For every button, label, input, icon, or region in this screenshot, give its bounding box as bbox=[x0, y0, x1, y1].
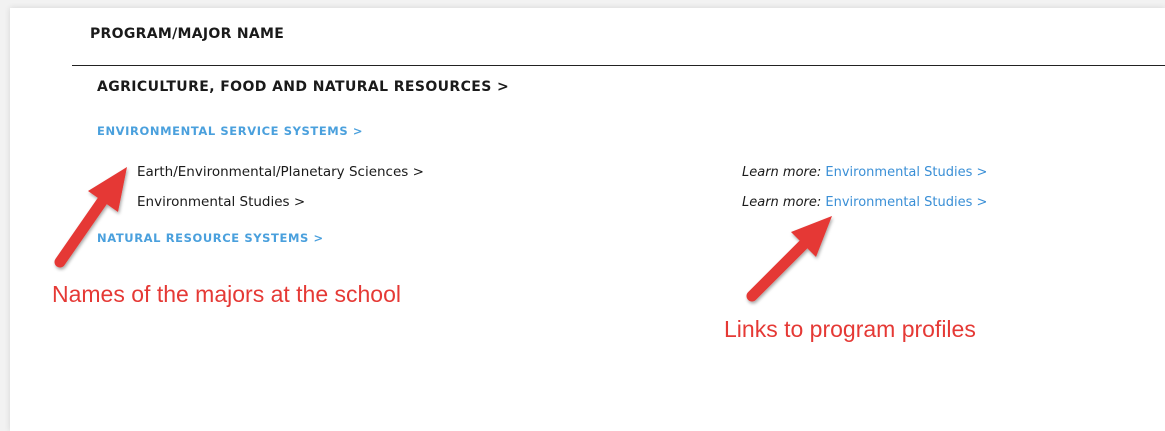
annotation-majors-note: Names of the majors at the school bbox=[52, 281, 401, 307]
header-divider bbox=[72, 65, 1165, 66]
cluster-link-environmental-service-systems[interactable]: ENVIRONMENTAL SERVICE SYSTEMS > bbox=[97, 124, 363, 138]
major-link-earth-sciences[interactable]: Earth/Environmental/Planetary Sciences > bbox=[137, 164, 424, 180]
learn-more-label: Learn more: bbox=[742, 195, 822, 210]
column-header: PROGRAM/MAJOR NAME bbox=[90, 26, 285, 42]
annotation-links-note: Links to program profiles bbox=[724, 316, 976, 342]
category-link[interactable]: AGRICULTURE, FOOD AND NATURAL RESOURCES … bbox=[97, 79, 509, 95]
page-frame bbox=[10, 8, 1165, 431]
learn-more-row: Learn more: Environmental Studies > bbox=[742, 165, 987, 180]
program-profile-link[interactable]: Environmental Studies > bbox=[825, 165, 987, 180]
learn-more-row: Learn more: Environmental Studies > bbox=[742, 195, 987, 210]
program-profile-link[interactable]: Environmental Studies > bbox=[825, 195, 987, 210]
cluster-link-natural-resource-systems[interactable]: NATURAL RESOURCE SYSTEMS > bbox=[97, 231, 324, 245]
learn-more-label: Learn more: bbox=[742, 165, 822, 180]
major-link-environmental-studies[interactable]: Environmental Studies > bbox=[137, 194, 305, 210]
